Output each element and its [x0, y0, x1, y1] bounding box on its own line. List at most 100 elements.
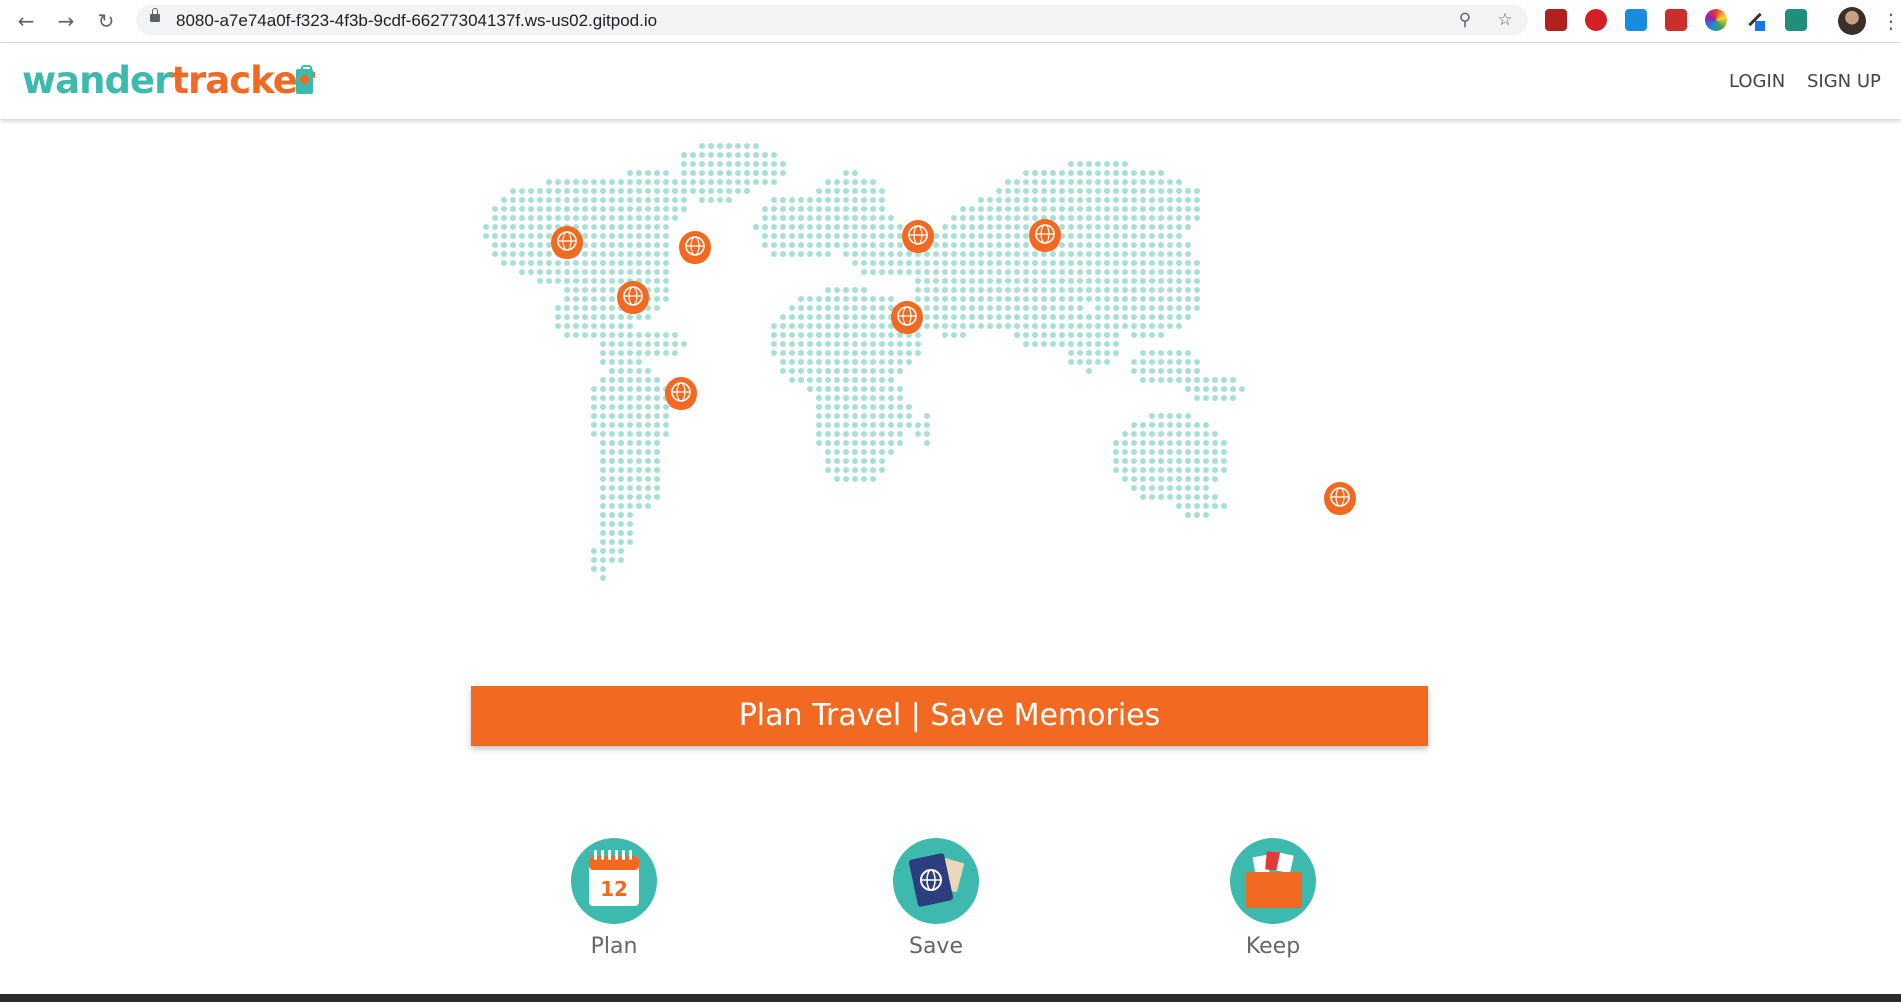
map-dot: [1194, 485, 1200, 491]
login-link[interactable]: LOGIN: [1729, 71, 1785, 92]
map-dot: [627, 323, 633, 329]
map-dot: [618, 314, 624, 320]
map-dot: [1086, 215, 1092, 221]
map-dot: [1185, 197, 1191, 203]
map-dot: [834, 287, 840, 293]
map-dot: [1014, 269, 1020, 275]
map-dot: [1149, 413, 1155, 419]
map-dot: [537, 206, 543, 212]
map-dot: [798, 368, 804, 374]
map-dot: [609, 179, 615, 185]
map-dot: [1221, 377, 1227, 383]
map-dot: [591, 197, 597, 203]
map-dot: [645, 215, 651, 221]
map-dot: [960, 314, 966, 320]
map-dot: [843, 386, 849, 392]
map-dot: [924, 251, 930, 257]
map-dot: [1149, 332, 1155, 338]
map-dot: [1059, 305, 1065, 311]
map-dot: [1176, 278, 1182, 284]
logo[interactable]: wandertracker: [22, 59, 315, 102]
map-dot: [501, 260, 507, 266]
star-icon[interactable]: ☆: [1494, 9, 1516, 31]
map-dot: [825, 206, 831, 212]
map-dot: [618, 260, 624, 266]
map-dot: [816, 359, 822, 365]
map-dot: [1005, 305, 1011, 311]
map-dot: [636, 179, 642, 185]
profile-avatar[interactable]: [1838, 7, 1866, 35]
map-dot: [1176, 260, 1182, 266]
map-dot: [762, 206, 768, 212]
map-dot: [600, 548, 606, 554]
back-icon[interactable]: ←: [14, 9, 38, 33]
map-dot: [1167, 305, 1173, 311]
map-dot: [771, 161, 777, 167]
map-dot: [1203, 431, 1209, 437]
map-dot: [591, 251, 597, 257]
map-dot: [1149, 458, 1155, 464]
map-dot: [1023, 260, 1029, 266]
map-dot: [780, 368, 786, 374]
map-dot: [888, 242, 894, 248]
map-dot: [1131, 260, 1137, 266]
map-dot: [1185, 224, 1191, 230]
map-dot: [861, 179, 867, 185]
map-dot: [1104, 260, 1110, 266]
red-extension-icon[interactable]: [1665, 9, 1687, 31]
map-dot: [888, 377, 894, 383]
reload-icon[interactable]: ↻: [94, 9, 118, 33]
map-dot: [582, 305, 588, 311]
map-dot: [1113, 179, 1119, 185]
zoom-icon[interactable]: ⚲: [1454, 9, 1476, 31]
map-dot: [1230, 386, 1236, 392]
map-dot: [834, 404, 840, 410]
map-dot: [1050, 206, 1056, 212]
map-dot: [1122, 233, 1128, 239]
map-dot: [1158, 359, 1164, 365]
eyedropper-extension-icon[interactable]: [1745, 9, 1767, 31]
map-dot: [1185, 296, 1191, 302]
map-dot: [546, 206, 552, 212]
lock-icon[interactable]: [150, 8, 160, 22]
address-bar[interactable]: 8080-a7e74a0f-f323-4f3b-9cdf-66277304137…: [136, 5, 1528, 35]
map-dot: [834, 350, 840, 356]
map-dot: [906, 269, 912, 275]
acrobat-extension-icon[interactable]: [1545, 9, 1567, 31]
map-dot: [1176, 287, 1182, 293]
url-text[interactable]: 8080-a7e74a0f-f323-4f3b-9cdf-66277304137…: [176, 11, 657, 31]
map-dot: [726, 170, 732, 176]
map-dot: [627, 197, 633, 203]
map-dot: [861, 242, 867, 248]
map-dot: [1203, 494, 1209, 500]
map-dot: [1158, 260, 1164, 266]
map-dot: [726, 197, 732, 203]
map-dot: [816, 305, 822, 311]
map-dot: [600, 413, 606, 419]
map-dot: [879, 206, 885, 212]
map-dot: [690, 179, 696, 185]
map-dot: [528, 260, 534, 266]
map-dot: [1068, 224, 1074, 230]
color-wheel-extension-icon[interactable]: [1705, 9, 1727, 31]
adblock-extension-icon[interactable]: [1585, 9, 1607, 31]
s-extension-icon[interactable]: [1785, 9, 1807, 31]
map-dot: [591, 422, 597, 428]
map-dot: [861, 467, 867, 473]
world-map: [455, 142, 1435, 637]
map-dot: [627, 251, 633, 257]
map-dot: [1203, 476, 1209, 482]
map-dot: [609, 260, 615, 266]
menu-icon[interactable]: ⋮: [1881, 8, 1901, 34]
map-dot: [1131, 242, 1137, 248]
map-dot: [870, 386, 876, 392]
map-dot: [1086, 161, 1092, 167]
forward-icon[interactable]: →: [54, 9, 78, 33]
map-dot: [717, 152, 723, 158]
map-dot: [663, 206, 669, 212]
map-dot: [645, 377, 651, 383]
map-dot: [519, 224, 525, 230]
signup-link[interactable]: SIGN UP: [1807, 71, 1881, 92]
map-dot: [1158, 224, 1164, 230]
hex-extension-icon[interactable]: [1625, 9, 1647, 31]
